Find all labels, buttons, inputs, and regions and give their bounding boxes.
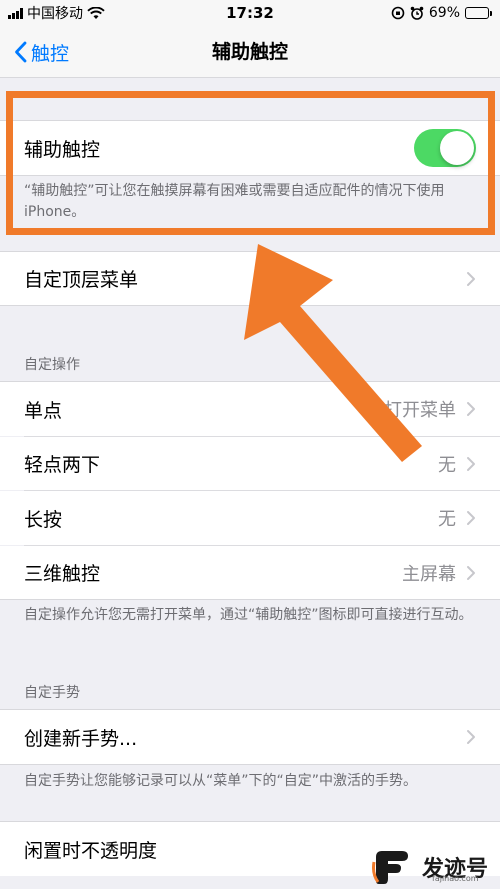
carrier-name: 中国移动 xyxy=(27,6,83,22)
status-left: 中国移动 xyxy=(8,3,391,23)
custom-actions-header: 自定操作 xyxy=(24,357,80,373)
battery-percent: 69% xyxy=(428,5,460,21)
chevron-right-icon xyxy=(467,402,475,416)
action-label: 单点 xyxy=(24,399,63,422)
divider xyxy=(0,764,500,765)
customize-top-menu-row[interactable]: 自定顶层菜单 xyxy=(0,252,500,305)
chevron-right-icon xyxy=(467,456,475,471)
assistive-touch-label: 辅助触控 xyxy=(24,138,101,161)
watermark-logo-icon xyxy=(372,851,408,884)
navigation-bar: 触控 辅助触控 xyxy=(0,26,500,78)
chevron-right-icon xyxy=(467,730,475,744)
action-value: 无 xyxy=(438,509,456,530)
divider xyxy=(0,175,500,176)
action-value: 打开菜单 xyxy=(384,400,456,421)
action-row-long-press[interactable]: 长按 无 xyxy=(0,491,500,545)
divider xyxy=(0,599,500,600)
custom-gestures-header: 自定手势 xyxy=(24,685,80,701)
chevron-right-icon xyxy=(467,271,475,286)
wifi-icon xyxy=(87,6,105,19)
alarm-icon xyxy=(410,6,424,20)
action-label: 长按 xyxy=(24,508,63,531)
action-value: 无 xyxy=(438,454,456,476)
action-label: 轻点两下 xyxy=(24,454,101,476)
page-title: 辅助触控 xyxy=(211,41,288,63)
action-value: 主屏幕 xyxy=(402,563,456,585)
toggle-knob xyxy=(440,131,474,165)
orientation-lock-icon xyxy=(391,6,405,20)
divider xyxy=(0,305,500,306)
status-bar: 中国移动 17:32 69% xyxy=(0,0,500,26)
assistive-touch-footer: “辅助触控”可让您在触摸屏幕有困难或需要自适应配件的情况下使用 iPhone。 xyxy=(24,183,445,220)
create-new-gesture-label: 创建新手势... xyxy=(24,727,138,750)
create-new-gesture-row[interactable]: 创建新手势... xyxy=(0,710,500,764)
action-row-single-tap[interactable]: 单点 打开菜单 xyxy=(0,382,500,436)
battery-icon xyxy=(465,7,492,19)
cellular-signal-icon xyxy=(8,7,23,19)
action-row-3d-touch[interactable]: 三维触控 主屏幕 xyxy=(0,546,500,599)
assistive-touch-row: 辅助触控 xyxy=(0,121,500,175)
custom-actions-footer: 自定操作允许您无需打开菜单，通过“辅助触控”图标即可直接进行互动。 xyxy=(24,607,473,623)
status-right: 69% xyxy=(391,5,492,21)
action-label: 三维触控 xyxy=(24,563,101,585)
custom-gestures-footer: 自定手势让您能够记录可以从“菜单”下的“自定”中激活的手势。 xyxy=(24,773,418,789)
chevron-right-icon xyxy=(467,511,475,525)
watermark-url: fajihao.com xyxy=(432,874,479,883)
assistive-touch-toggle[interactable] xyxy=(414,129,476,167)
action-row-double-tap[interactable]: 轻点两下 无 xyxy=(0,437,500,490)
chevron-right-icon xyxy=(467,565,475,580)
customize-top-menu-label: 自定顶层菜单 xyxy=(24,269,139,291)
